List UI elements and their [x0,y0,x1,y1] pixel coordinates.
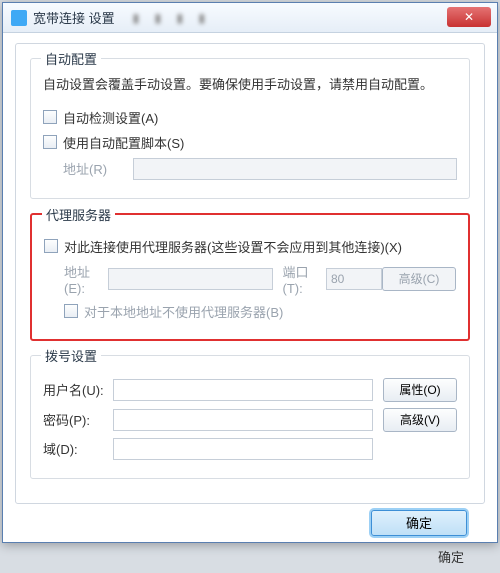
row-proxy-address: 地址(E): 端口(T): 高级(C) [44,262,456,296]
row-domain: 域(D): [43,438,457,460]
checkbox-bypass-local: 对于本地地址不使用代理服务器(B) [64,302,283,321]
blurred-tabs: ▮ ▮ ▮ ▮ [133,11,211,25]
use-proxy-label: 对此连接使用代理服务器(这些设置不会应用到其他连接)(X) [64,237,402,256]
checkbox-icon [44,239,58,253]
group-dialup: 拨号设置 用户名(U): 属性(O) 密码(P): 高级(V) 域(D): [30,355,470,479]
checkbox-icon [43,110,57,124]
auto-config-note: 自动设置会覆盖手动设置。要确保使用手动设置，请禁用自动配置。 [43,75,457,96]
domain-label: 域(D): [43,439,113,458]
group-proxy: 代理服务器 对此连接使用代理服务器(这些设置不会应用到其他连接)(X) 地址(E… [30,213,470,341]
properties-button[interactable]: 属性(O) [383,378,457,402]
bypass-local-label: 对于本地地址不使用代理服务器(B) [84,302,283,321]
password-input[interactable] [113,409,373,431]
row-auto-script: 使用自动配置脚本(S) [43,133,457,152]
legend-dialup: 拨号设置 [41,346,101,365]
auto-detect-label: 自动检测设置(A) [63,108,158,127]
trailing-ok-label: 确定 [0,547,500,566]
close-button[interactable]: ✕ [447,7,491,27]
settings-window: 宽带连接 设置 ▮ ▮ ▮ ▮ ✕ 自动配置 自动设置会覆盖手动设置。要确保使用… [2,2,498,543]
checkbox-icon [64,304,78,318]
password-label: 密码(P): [43,410,113,429]
checkbox-use-proxy[interactable]: 对此连接使用代理服务器(这些设置不会应用到其他连接)(X) [44,237,402,256]
main-panel: 自动配置 自动设置会覆盖手动设置。要确保使用手动设置，请禁用自动配置。 自动检测… [15,43,485,504]
username-label: 用户名(U): [43,380,113,399]
checkbox-auto-script[interactable]: 使用自动配置脚本(S) [43,133,184,152]
legend-auto-config: 自动配置 [41,49,101,68]
row-script-address: 地址(R) [43,158,457,180]
proxy-port-label: 端口(T): [283,262,327,296]
row-bypass-local: 对于本地地址不使用代理服务器(B) [44,302,456,321]
proxy-address-input [108,268,273,290]
auto-script-label: 使用自动配置脚本(S) [63,133,184,152]
row-use-proxy: 对此连接使用代理服务器(这些设置不会应用到其他连接)(X) [44,237,456,256]
footer-row: 确定 [15,504,485,536]
checkbox-icon [43,135,57,149]
dialog-body: 自动配置 自动设置会覆盖手动设置。要确保使用手动设置，请禁用自动配置。 自动检测… [3,33,497,542]
domain-input[interactable] [113,438,373,460]
window-title: 宽带连接 设置 [33,8,115,27]
proxy-port-input [326,268,382,290]
proxy-advanced-button: 高级(C) [382,267,456,291]
dialup-advanced-button[interactable]: 高级(V) [383,408,457,432]
script-address-input [133,158,457,180]
row-password: 密码(P): 高级(V) [43,408,457,432]
username-input[interactable] [113,379,373,401]
group-auto-config: 自动配置 自动设置会覆盖手动设置。要确保使用手动设置，请禁用自动配置。 自动检测… [30,58,470,199]
legend-proxy: 代理服务器 [42,205,115,224]
ok-button[interactable]: 确定 [371,510,467,536]
row-auto-detect: 自动检测设置(A) [43,108,457,127]
row-username: 用户名(U): 属性(O) [43,378,457,402]
script-address-label: 地址(R) [63,159,133,178]
titlebar: 宽带连接 设置 ▮ ▮ ▮ ▮ ✕ [3,3,497,33]
proxy-address-label: 地址(E): [64,262,108,296]
checkbox-auto-detect[interactable]: 自动检测设置(A) [43,108,158,127]
close-icon: ✕ [464,10,474,24]
app-icon [11,10,27,26]
